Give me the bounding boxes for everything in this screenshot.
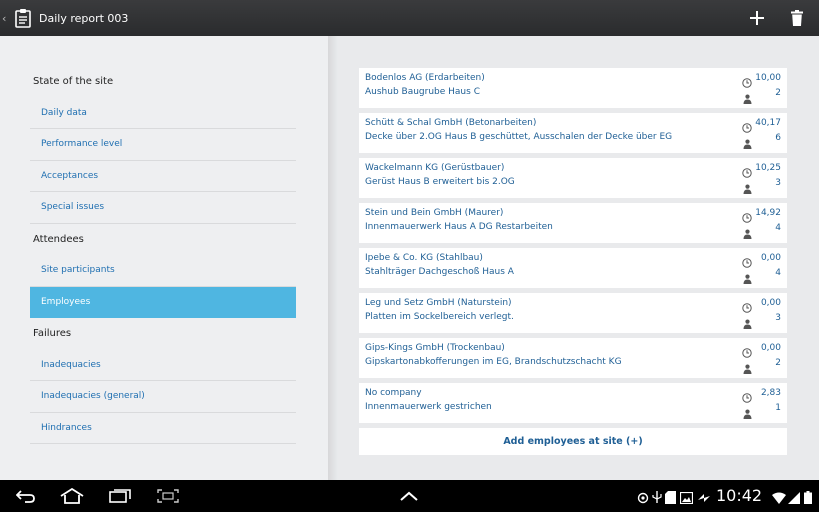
nav-header-failures: Failures bbox=[33, 328, 72, 339]
entry-hours: 0,00 bbox=[760, 253, 781, 263]
nav-item-inadequacies[interactable]: Inadequacies bbox=[30, 350, 296, 381]
entry-employee-count: 2 bbox=[775, 358, 781, 368]
entry-employee-count: 4 bbox=[775, 223, 781, 233]
navigation-list: State of the site Daily data Performance… bbox=[30, 66, 296, 444]
employee-entry[interactable]: Wackelmann KG (Gerüstbauer) Gerüst Haus B… bbox=[359, 158, 787, 198]
entry-hours: 14,92 bbox=[755, 208, 781, 218]
sync-icon bbox=[697, 489, 711, 508]
entry-task: Decke über 2.OG Haus B geschüttet, Aussc… bbox=[365, 132, 673, 142]
entry-hours: 0,00 bbox=[760, 298, 781, 308]
person-icon bbox=[743, 89, 752, 108]
entry-task: Platten im Sockelbereich verlegt. bbox=[365, 312, 514, 322]
nav-item-employees[interactable]: Employees bbox=[30, 286, 296, 318]
person-icon bbox=[743, 359, 752, 378]
person-icon bbox=[743, 269, 752, 288]
nav-header-state-of-site: State of the site bbox=[33, 76, 114, 87]
entry-company: No company bbox=[365, 388, 422, 398]
entry-company: Gips-Kings GmbH (Trockenbau) bbox=[365, 343, 505, 353]
android-icon bbox=[637, 489, 649, 508]
nav-item-site-participants[interactable]: Site participants bbox=[30, 255, 296, 287]
person-icon bbox=[743, 179, 752, 198]
signal-icon bbox=[788, 489, 800, 508]
entry-hours: 10,25 bbox=[755, 163, 781, 173]
entry-employee-count: 1 bbox=[775, 403, 781, 413]
clock-time: 10:42 bbox=[716, 486, 763, 505]
person-icon bbox=[743, 404, 752, 423]
battery-icon bbox=[804, 489, 812, 508]
employee-entry[interactable]: Leg und Setz GmbH (Naturstein) Platten im… bbox=[359, 293, 787, 333]
employee-entry[interactable]: Schütt & Schal GmbH (Betonarbeiten) Decke… bbox=[359, 113, 787, 153]
entry-hours: 2,83 bbox=[760, 388, 781, 398]
entry-task: Innenmauerwerk gestrichen bbox=[365, 402, 492, 412]
entry-company: Ipebe & Co. KG (Stahlbau) bbox=[365, 253, 483, 263]
system-bar: 10:42 bbox=[0, 480, 819, 512]
person-icon bbox=[743, 134, 752, 153]
entry-employee-count: 3 bbox=[775, 313, 781, 323]
nav-item-inadequacies-general[interactable]: Inadequacies (general) bbox=[30, 381, 296, 413]
screenshot-icon[interactable] bbox=[156, 486, 180, 506]
entry-employee-count: 4 bbox=[775, 268, 781, 278]
entry-company: Bodenlos AG (Erdarbeiten) bbox=[365, 73, 485, 83]
nav-item-special-issues[interactable]: Special issues bbox=[30, 192, 296, 224]
recent-apps-icon[interactable] bbox=[108, 486, 132, 506]
employee-entry[interactable]: No company Innenmauerwerk gestrichen 2,83 1 bbox=[359, 383, 787, 423]
action-bar: ‹ Daily report 003 bbox=[0, 0, 819, 36]
image-icon bbox=[679, 489, 694, 508]
usb-icon bbox=[652, 489, 662, 508]
nav-item-acceptances[interactable]: Acceptances bbox=[30, 161, 296, 192]
back-arrow-icon[interactable]: ‹ bbox=[2, 12, 10, 25]
employee-entry[interactable]: Ipebe & Co. KG (Stahlbau) Stahlträger Dac… bbox=[359, 248, 787, 288]
app-logo-icon[interactable] bbox=[12, 7, 34, 29]
entry-hours: 40,17 bbox=[755, 118, 781, 128]
entry-employee-count: 6 bbox=[775, 133, 781, 143]
nav-header-attendees: Attendees bbox=[33, 233, 84, 245]
add-icon[interactable] bbox=[737, 0, 777, 36]
employee-list: Bodenlos AG (Erdarbeiten) Aushub Baugrube… bbox=[359, 68, 787, 455]
chevron-up-icon[interactable] bbox=[398, 486, 420, 506]
entry-employee-count: 2 bbox=[775, 88, 781, 98]
employee-entry[interactable]: Gips-Kings GmbH (Trockenbau) Gipskartonab… bbox=[359, 338, 787, 378]
entry-company: Wackelmann KG (Gerüstbauer) bbox=[365, 163, 505, 173]
nav-item-daily-data[interactable]: Daily data bbox=[30, 98, 296, 129]
entry-task: Aushub Baugrube Haus C bbox=[365, 87, 480, 97]
back-icon[interactable] bbox=[14, 486, 38, 506]
person-icon bbox=[743, 314, 752, 333]
entry-company: Stein und Bein GmbH (Maurer) bbox=[365, 208, 504, 218]
add-employees-button[interactable]: Add employees at site (+) bbox=[359, 428, 787, 455]
nav-item-hindrances[interactable]: Hindrances bbox=[30, 413, 296, 444]
entry-task: Innenmauerwerk Haus A DG Restarbeiten bbox=[365, 222, 553, 232]
entry-task: Gerüst Haus B erweitert bis 2.OG bbox=[365, 177, 515, 187]
wifi-icon bbox=[772, 489, 786, 508]
employee-entry[interactable]: Stein und Bein GmbH (Maurer) Innenmauerwe… bbox=[359, 203, 787, 243]
entry-task: Gipskartonabkofferungen im EG, Brandschu… bbox=[365, 357, 622, 367]
page-title: Daily report 003 bbox=[39, 11, 129, 25]
entry-hours: 10,00 bbox=[755, 73, 781, 83]
trash-icon[interactable] bbox=[777, 0, 817, 36]
employee-entry[interactable]: Bodenlos AG (Erdarbeiten) Aushub Baugrube… bbox=[359, 68, 787, 108]
nav-item-performance-level[interactable]: Performance level bbox=[30, 129, 296, 161]
entry-company: Schütt & Schal GmbH (Betonarbeiten) bbox=[365, 118, 537, 128]
sd-card-icon bbox=[665, 489, 676, 508]
entry-company: Leg und Setz GmbH (Naturstein) bbox=[365, 298, 512, 308]
panel-divider-shadow bbox=[328, 36, 338, 480]
home-icon[interactable] bbox=[58, 486, 86, 506]
entry-hours: 0,00 bbox=[760, 343, 781, 353]
entry-employee-count: 3 bbox=[775, 178, 781, 188]
entry-task: Stahlträger Dachgeschoß Haus A bbox=[365, 267, 514, 277]
person-icon bbox=[743, 224, 752, 243]
